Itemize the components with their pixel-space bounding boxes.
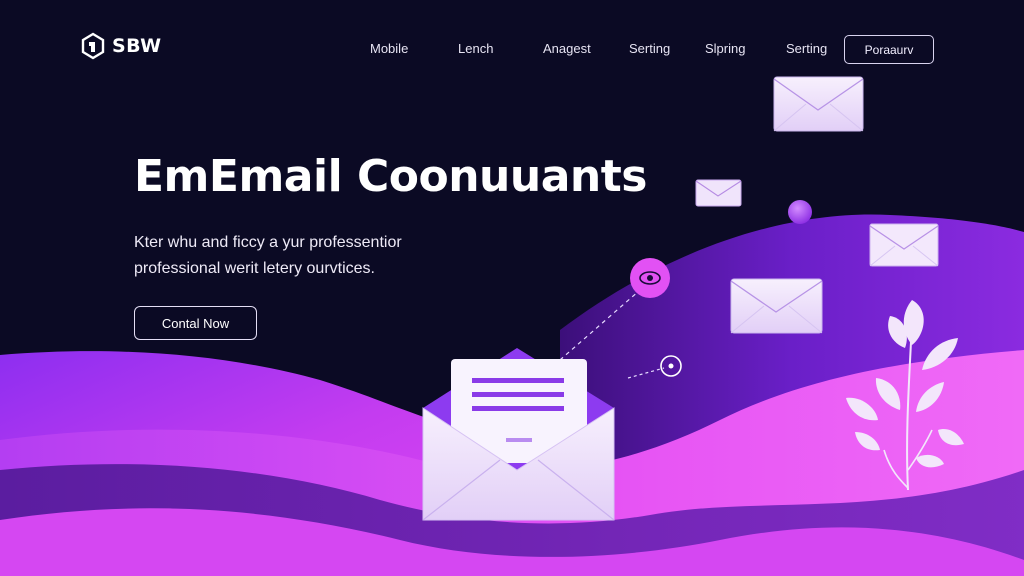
envelope-icon	[730, 278, 823, 334]
eye-icon	[630, 258, 670, 298]
contact-button[interactable]: Contal Now	[134, 306, 257, 340]
nav-item-slpring[interactable]: Slpring	[705, 41, 745, 56]
envelope-icon	[869, 223, 939, 267]
hero-title: EmEmail Coonuuants	[134, 151, 647, 202]
nav-item-lench[interactable]: Lench	[458, 41, 493, 56]
nav-item-serting[interactable]: Serting	[629, 41, 670, 56]
brand-name: SBW	[112, 35, 162, 57]
logo-icon	[81, 32, 105, 60]
nav-item-anagest[interactable]: Anagest	[543, 41, 591, 56]
nav-item-serting-2[interactable]: Serting	[786, 41, 827, 56]
hero-subtitle: Kter whu and ficcy a yur professentior p…	[134, 234, 402, 277]
hero-illustration	[0, 76, 1024, 576]
brand-logo[interactable]: SBW	[80, 32, 162, 60]
envelope-icon	[773, 76, 864, 132]
envelope-open-icon	[422, 348, 615, 521]
nav-cta-button[interactable]: Poraaurv	[844, 35, 934, 64]
nav-item-mobile[interactable]: Mobile	[370, 41, 408, 56]
envelope-icon	[695, 179, 742, 207]
